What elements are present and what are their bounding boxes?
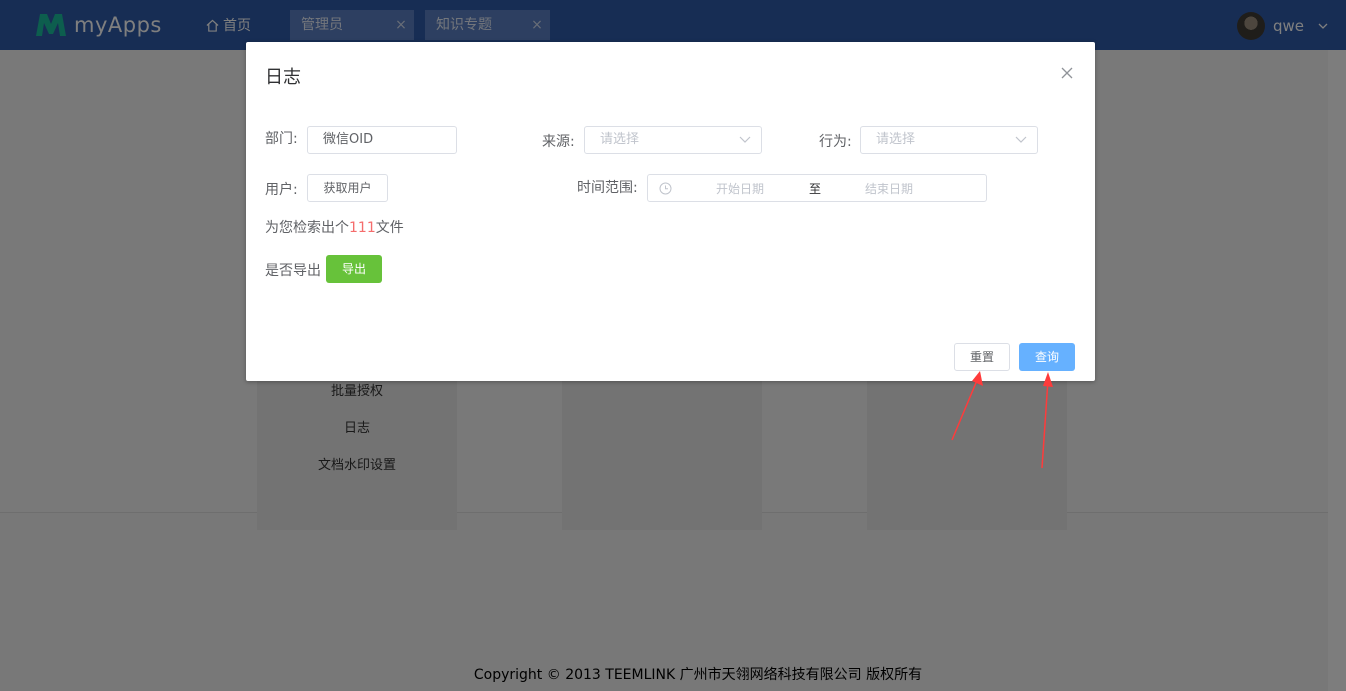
department-label: 部门:	[265, 131, 298, 147]
action-placeholder: 请选择	[876, 132, 916, 147]
date-range-picker[interactable]: 开始日期 至 结束日期	[647, 174, 987, 202]
result-summary: 为您检索出个111文件	[265, 217, 404, 237]
chevron-down-icon	[1015, 136, 1027, 143]
time-range-label: 时间范围:	[577, 180, 638, 196]
department-input[interactable]: 微信OID	[307, 126, 457, 154]
result-count: 111	[349, 220, 376, 236]
start-date-input[interactable]: 开始日期	[716, 180, 764, 197]
source-placeholder: 请选择	[600, 132, 640, 147]
export-button[interactable]: 导出	[326, 255, 382, 283]
range-separator: 至	[809, 182, 822, 196]
export-label: 是否导出	[265, 263, 321, 279]
action-label: 行为:	[819, 134, 852, 150]
user-label: 用户:	[265, 182, 298, 198]
query-button[interactable]: 查询	[1019, 343, 1075, 371]
result-suffix: 文件	[375, 220, 404, 236]
close-icon[interactable]	[1059, 65, 1075, 81]
reset-button[interactable]: 重置	[954, 343, 1010, 371]
clock-icon	[659, 182, 672, 195]
chevron-down-icon	[739, 136, 751, 143]
source-select[interactable]: 请选择	[584, 126, 762, 154]
end-date-input[interactable]: 结束日期	[865, 180, 913, 197]
log-dialog: 日志 部门: 微信OID 来源: 请选择 行为: 请选择 用户: 获取用户 时间…	[246, 42, 1095, 381]
result-prefix: 为您检索出个	[265, 220, 349, 236]
dialog-title: 日志	[265, 67, 301, 88]
get-user-button[interactable]: 获取用户	[307, 174, 388, 202]
source-label: 来源:	[542, 134, 575, 150]
action-select[interactable]: 请选择	[860, 126, 1038, 154]
